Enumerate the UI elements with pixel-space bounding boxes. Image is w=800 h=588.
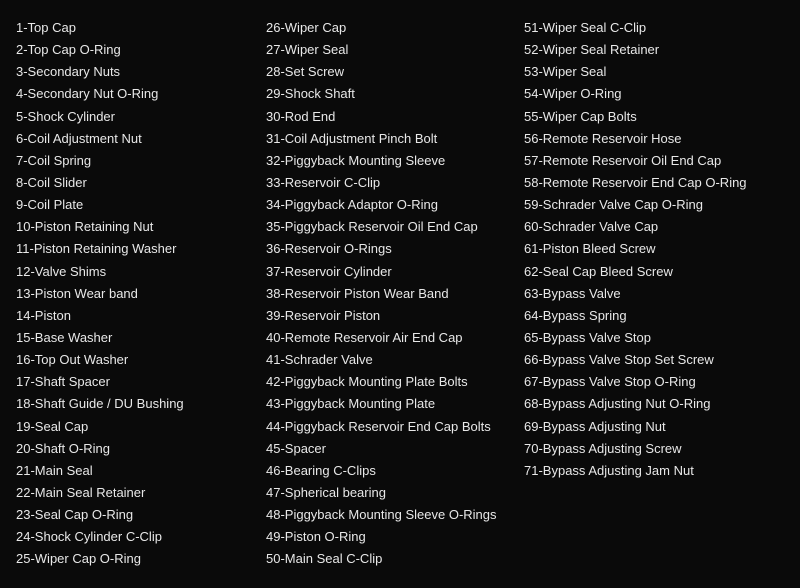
list-item: 3-Secondary Nuts xyxy=(16,62,266,82)
list-item: 60-Schrader Valve Cap xyxy=(524,217,800,237)
list-item: 27-Wiper Seal xyxy=(266,40,524,60)
list-item: 33-Reservoir C-Clip xyxy=(266,173,524,193)
list-item: 57-Remote Reservoir Oil End Cap xyxy=(524,151,800,171)
list-item: 44-Piggyback Reservoir End Cap Bolts xyxy=(266,417,524,437)
list-item: 14-Piston xyxy=(16,306,266,326)
list-item: 37-Reservoir Cylinder xyxy=(266,262,524,282)
list-item: 32-Piggyback Mounting Sleeve xyxy=(266,151,524,171)
list-item: 63-Bypass Valve xyxy=(524,284,800,304)
list-item: 70-Bypass Adjusting Screw xyxy=(524,439,800,459)
list-item: 42-Piggyback Mounting Plate Bolts xyxy=(266,372,524,392)
list-item: 58-Remote Reservoir End Cap O-Ring xyxy=(524,173,800,193)
list-item: 40-Remote Reservoir Air End Cap xyxy=(266,328,524,348)
list-item: 1-Top Cap xyxy=(16,18,266,38)
list-item: 28-Set Screw xyxy=(266,62,524,82)
list-item: 43-Piggyback Mounting Plate xyxy=(266,394,524,414)
list-item: 65-Bypass Valve Stop xyxy=(524,328,800,348)
list-item: 24-Shock Cylinder C-Clip xyxy=(16,527,266,547)
list-item: 23-Seal Cap O-Ring xyxy=(16,505,266,525)
list-item: 31-Coil Adjustment Pinch Bolt xyxy=(266,129,524,149)
list-item: 2-Top Cap O-Ring xyxy=(16,40,266,60)
list-item: 56-Remote Reservoir Hose xyxy=(524,129,800,149)
list-item: 47-Spherical bearing xyxy=(266,483,524,503)
list-item: 25-Wiper Cap O-Ring xyxy=(16,549,266,569)
list-item: 20-Shaft O-Ring xyxy=(16,439,266,459)
list-item: 17-Shaft Spacer xyxy=(16,372,266,392)
list-item: 62-Seal Cap Bleed Screw xyxy=(524,262,800,282)
list-item: 36-Reservoir O-Rings xyxy=(266,239,524,259)
list-item: 6-Coil Adjustment Nut xyxy=(16,129,266,149)
list-item: 4-Secondary Nut O-Ring xyxy=(16,84,266,104)
list-item: 51-Wiper Seal C-Clip xyxy=(524,18,800,38)
list-item: 46-Bearing C-Clips xyxy=(266,461,524,481)
list-item: 52-Wiper Seal Retainer xyxy=(524,40,800,60)
list-item: 10-Piston Retaining Nut xyxy=(16,217,266,237)
column-3: 51-Wiper Seal C-Clip52-Wiper Seal Retain… xyxy=(524,18,800,570)
list-item: 12-Valve Shims xyxy=(16,262,266,282)
list-item: 22-Main Seal Retainer xyxy=(16,483,266,503)
list-item: 39-Reservoir Piston xyxy=(266,306,524,326)
list-item: 64-Bypass Spring xyxy=(524,306,800,326)
list-item: 38-Reservoir Piston Wear Band xyxy=(266,284,524,304)
column-2: 26-Wiper Cap27-Wiper Seal28-Set Screw29-… xyxy=(266,18,524,570)
list-item: 69-Bypass Adjusting Nut xyxy=(524,417,800,437)
list-item: 11-Piston Retaining Washer xyxy=(16,239,266,259)
column-1: 1-Top Cap2-Top Cap O-Ring3-Secondary Nut… xyxy=(16,18,266,570)
list-item: 45-Spacer xyxy=(266,439,524,459)
list-item: 26-Wiper Cap xyxy=(266,18,524,38)
list-item: 34-Piggyback Adaptor O-Ring xyxy=(266,195,524,215)
list-item: 18-Shaft Guide / DU Bushing xyxy=(16,394,266,414)
list-item: 53-Wiper Seal xyxy=(524,62,800,82)
list-item: 35-Piggyback Reservoir Oil End Cap xyxy=(266,217,524,237)
list-item: 9-Coil Plate xyxy=(16,195,266,215)
list-item: 16-Top Out Washer xyxy=(16,350,266,370)
list-item: 66-Bypass Valve Stop Set Screw xyxy=(524,350,800,370)
list-item: 59-Schrader Valve Cap O-Ring xyxy=(524,195,800,215)
list-item: 54-Wiper O-Ring xyxy=(524,84,800,104)
list-item: 55-Wiper Cap Bolts xyxy=(524,107,800,127)
list-item: 49-Piston O-Ring xyxy=(266,527,524,547)
list-item: 41-Schrader Valve xyxy=(266,350,524,370)
list-item: 68-Bypass Adjusting Nut O-Ring xyxy=(524,394,800,414)
list-item: 48-Piggyback Mounting Sleeve O-Rings xyxy=(266,505,524,525)
list-item: 67-Bypass Valve Stop O-Ring xyxy=(524,372,800,392)
list-item: 29-Shock Shaft xyxy=(266,84,524,104)
list-item: 50-Main Seal C-Clip xyxy=(266,549,524,569)
list-item: 19-Seal Cap xyxy=(16,417,266,437)
list-item: 5-Shock Cylinder xyxy=(16,107,266,127)
list-item: 15-Base Washer xyxy=(16,328,266,348)
list-item: 71-Bypass Adjusting Jam Nut xyxy=(524,461,800,481)
list-item: 21-Main Seal xyxy=(16,461,266,481)
list-item: 8-Coil Slider xyxy=(16,173,266,193)
list-item: 13-Piston Wear band xyxy=(16,284,266,304)
list-item: 61-Piston Bleed Screw xyxy=(524,239,800,259)
list-item: 30-Rod End xyxy=(266,107,524,127)
list-item: 7-Coil Spring xyxy=(16,151,266,171)
parts-list: 1-Top Cap2-Top Cap O-Ring3-Secondary Nut… xyxy=(16,18,784,570)
